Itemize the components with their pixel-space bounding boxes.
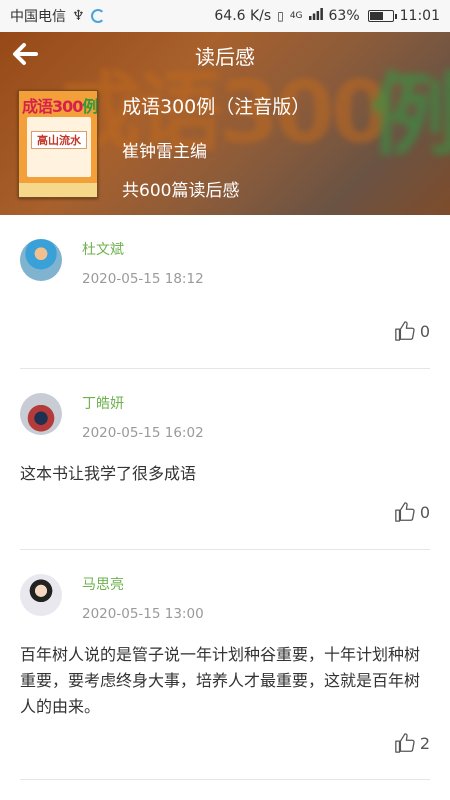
status-left: 中国电信 ♆: [10, 6, 105, 26]
usb-icon: ♆: [72, 8, 85, 24]
thumbs-up-icon: [395, 502, 415, 522]
network-speed: 64.6 K/s: [214, 8, 272, 24]
like-button[interactable]: 2: [394, 732, 430, 754]
thumbs-up-icon: [395, 321, 415, 341]
review-item: 丁皓妍 2020-05-15 16:02 这本书让我学了很多成语 0: [20, 369, 430, 550]
cover-inner-text: 高山流水: [31, 131, 87, 149]
status-right: 64.6 K/s ▯ 4G 63% 11:01: [214, 8, 440, 24]
review-list: 杜文斌 2020-05-15 18:12 0 丁皓妍 2020-05-15 16…: [0, 215, 450, 780]
book-cover-image[interactable]: 成语300例 高山流水: [18, 90, 98, 198]
review-time: 2020-05-15 16:02: [82, 425, 204, 441]
cover-illustration: 高山流水: [27, 117, 91, 177]
cover-strip: [19, 183, 97, 197]
like-button[interactable]: 0: [394, 501, 430, 523]
review-item: 马思亮 2020-05-15 13:00 百年树人说的是管子说一年计划种谷重要，…: [20, 550, 430, 780]
status-bar: 中国电信 ♆ 64.6 K/s ▯ 4G 63% 11:01: [0, 0, 450, 32]
battery-percent: 63%: [328, 8, 360, 24]
review-text: 这本书让我学了很多成语: [20, 464, 197, 483]
book-title: 成语300例（注音版）: [122, 96, 311, 118]
like-count: 0: [419, 502, 430, 522]
reviewer-name[interactable]: 马思亮: [82, 574, 124, 594]
nav-bar: 读后感: [0, 32, 450, 76]
like-count: 0: [419, 321, 430, 341]
loading-icon: [90, 9, 105, 23]
book-header: 成语300 例 读后感 成语300例 高山流水 成语300例（注音版） 崔钟雷主…: [0, 32, 450, 215]
like-count: 2: [419, 733, 430, 753]
review-item: 杜文斌 2020-05-15 18:12 0: [20, 215, 430, 369]
like-button[interactable]: 0: [394, 320, 430, 342]
signal-icon: [308, 8, 323, 24]
vibrate-icon: ▯: [277, 9, 284, 23]
cover-title-green: 例: [82, 97, 98, 116]
clock: 11:01: [399, 8, 440, 24]
signal-type: 4G: [289, 11, 303, 21]
cover-title-red: 成语300: [22, 97, 83, 116]
book-info: 成语300例（注音版） 崔钟雷主编 共600篇读后感: [122, 90, 310, 201]
review-time: 2020-05-15 18:12: [82, 271, 204, 287]
avatar[interactable]: [20, 574, 62, 616]
page-title: 读后感: [195, 45, 255, 69]
review-count: 共600篇读后感: [122, 181, 240, 201]
avatar[interactable]: [20, 393, 62, 435]
thumbs-up-icon: [395, 733, 415, 753]
reviewer-name[interactable]: 丁皓妍: [82, 393, 124, 413]
battery-fill: [369, 12, 383, 20]
review-text: 百年树人说的是管子说一年计划种谷重要，十年计划种树重要，要考虑终身大事，培养人才…: [20, 645, 421, 716]
battery-icon: [367, 10, 397, 22]
reviewer-name[interactable]: 杜文斌: [82, 239, 124, 259]
book-author: 崔钟雷主编: [122, 142, 207, 162]
review-time: 2020-05-15 13:00: [82, 606, 204, 622]
carrier-label: 中国电信: [10, 9, 66, 25]
cover-title: 成语300例: [22, 93, 97, 117]
avatar[interactable]: [20, 239, 62, 281]
